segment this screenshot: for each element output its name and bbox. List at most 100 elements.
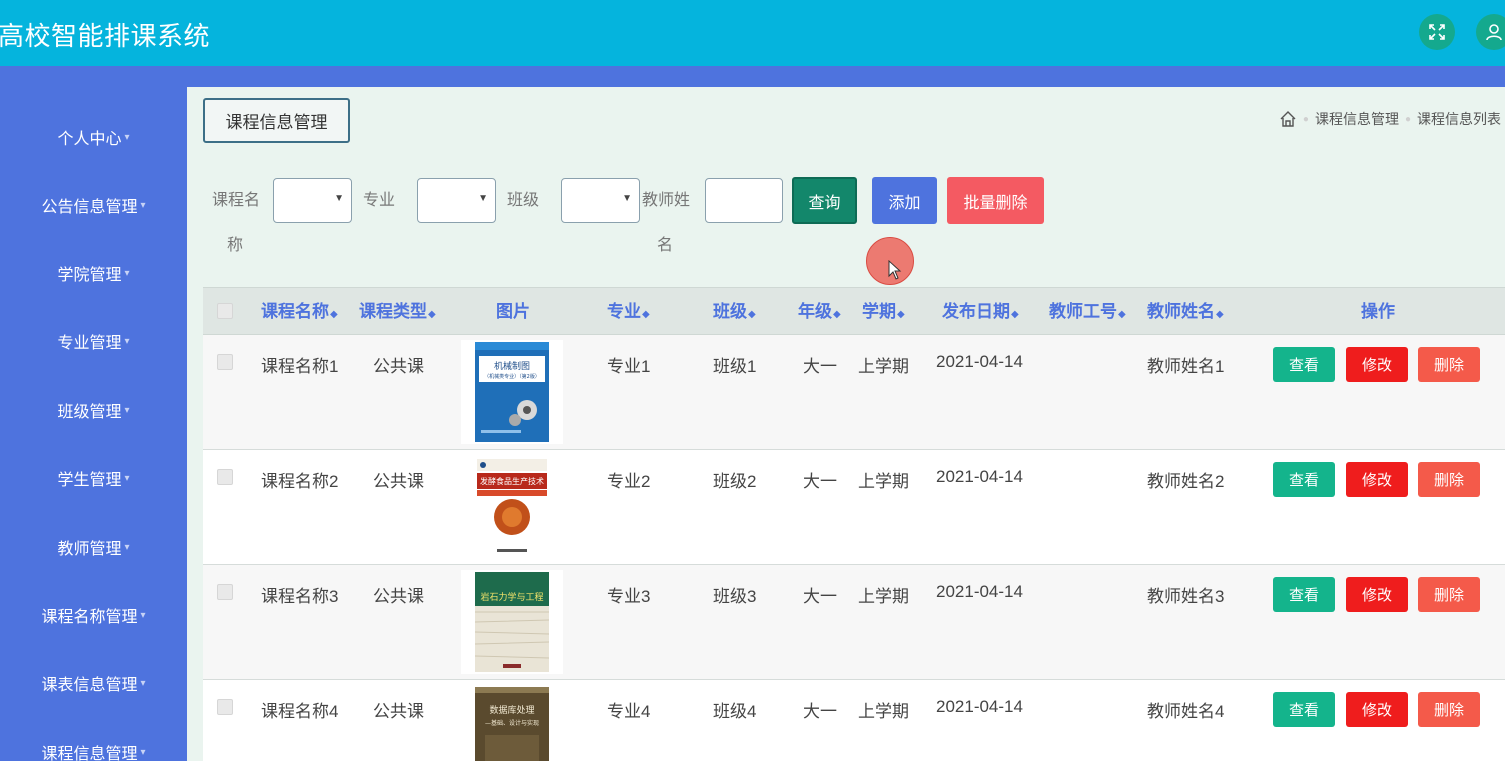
cell-course-type: 公共课 bbox=[373, 472, 424, 491]
cell-course-name: 课程名称2 bbox=[261, 472, 339, 491]
cell-class: 班级4 bbox=[713, 702, 757, 721]
sidebar-item-major[interactable]: 专业管理 ▾ bbox=[0, 321, 187, 361]
sidebar-item-personal-center[interactable]: 个人中心 ▾ bbox=[0, 117, 187, 157]
course-name-select[interactable]: ▼ bbox=[273, 178, 352, 223]
sidebar-item-label: 课程名称管理 bbox=[41, 609, 138, 626]
breadcrumb-separator: ● bbox=[1404, 113, 1411, 125]
view-button[interactable]: 查看 bbox=[1273, 577, 1335, 612]
breadcrumb-item-current: 课程信息列表 bbox=[1417, 111, 1501, 127]
sidebar-item-teacher[interactable]: 教师管理 ▾ bbox=[0, 527, 187, 567]
delete-button[interactable]: 删除 bbox=[1418, 577, 1480, 612]
chevron-down-icon: ▾ bbox=[140, 609, 146, 621]
chevron-down-icon: ▾ bbox=[140, 677, 146, 689]
cell-major: 专业4 bbox=[607, 702, 651, 721]
major-select[interactable]: ▼ bbox=[417, 178, 496, 223]
course-image[interactable]: 机械制图 （机械类专业）（第2版） bbox=[461, 340, 563, 444]
fullscreen-button[interactable] bbox=[1419, 14, 1455, 50]
header-stripe bbox=[0, 66, 1505, 87]
edit-button[interactable]: 修改 bbox=[1346, 462, 1408, 497]
view-button[interactable]: 查看 bbox=[1273, 462, 1335, 497]
course-name-label: 课程名 bbox=[212, 192, 261, 209]
th-teacher-id[interactable]: 教师工号◆ bbox=[1049, 288, 1126, 336]
table-header: 课程名称◆ 课程类型◆ 图片 专业◆ 班级◆ 年级◆ 学期◆ 发布日期◆ 教师工… bbox=[203, 287, 1505, 335]
chevron-down-icon: ▾ bbox=[124, 404, 130, 416]
caret-down-icon: ▼ bbox=[334, 193, 344, 204]
table-row: 课程名称4 公共课 数据库处理 —基础、设计与实现 专业4 班级4 大一 上学期… bbox=[203, 680, 1505, 761]
cell-course-type: 公共课 bbox=[373, 587, 424, 606]
cell-semester: 上学期 bbox=[858, 472, 909, 491]
delete-button[interactable]: 删除 bbox=[1418, 347, 1480, 382]
th-course-type[interactable]: 课程类型◆ bbox=[359, 288, 436, 336]
th-teacher-name[interactable]: 教师姓名◆ bbox=[1147, 288, 1224, 336]
cell-teacher-name: 教师姓名2 bbox=[1147, 472, 1225, 491]
th-course-name[interactable]: 课程名称◆ bbox=[261, 288, 338, 336]
cell-publish-date: 2021-04-14 bbox=[936, 697, 1023, 716]
sort-icon: ◆ bbox=[428, 309, 436, 320]
user-button[interactable] bbox=[1476, 14, 1505, 50]
course-image[interactable]: 发酵食品生产技术 bbox=[461, 455, 563, 559]
row-checkbox[interactable] bbox=[217, 469, 233, 485]
cell-teacher-name: 教师姓名1 bbox=[1147, 357, 1225, 376]
sidebar-item-label: 课程信息管理 bbox=[41, 746, 138, 761]
chevron-down-icon: ▾ bbox=[124, 472, 130, 484]
book-cover-image: 数据库处理 —基础、设计与实现 bbox=[475, 687, 549, 761]
sidebar-item-label: 教师管理 bbox=[57, 541, 122, 558]
th-semester[interactable]: 学期◆ bbox=[862, 288, 905, 336]
sort-icon: ◆ bbox=[1118, 309, 1126, 320]
row-checkbox[interactable] bbox=[217, 354, 233, 370]
sidebar-item-student[interactable]: 学生管理 ▾ bbox=[0, 458, 187, 498]
cell-course-type: 公共课 bbox=[373, 702, 424, 721]
sort-icon: ◆ bbox=[330, 309, 338, 320]
sidebar-item-course-name[interactable]: 课程名称管理 ▾ bbox=[0, 595, 187, 635]
sort-icon: ◆ bbox=[642, 309, 650, 320]
th-grade[interactable]: 年级◆ bbox=[798, 288, 841, 336]
cell-major: 专业2 bbox=[607, 472, 651, 491]
cell-course-name: 课程名称4 bbox=[261, 702, 339, 721]
sidebar-item-announcement[interactable]: 公告信息管理 ▾ bbox=[0, 185, 187, 225]
table-row: 课程名称2 公共课 发酵食品生产技术 专业2 班级2 大一 上学期 2021-0… bbox=[203, 450, 1505, 565]
cell-semester: 上学期 bbox=[858, 702, 909, 721]
row-checkbox[interactable] bbox=[217, 699, 233, 715]
teacher-name-input[interactable] bbox=[705, 178, 783, 223]
sort-icon: ◆ bbox=[1216, 309, 1224, 320]
select-all-checkbox[interactable] bbox=[217, 303, 233, 319]
edit-button[interactable]: 修改 bbox=[1346, 692, 1408, 727]
sidebar-item-course-info[interactable]: 课程信息管理 ▾ bbox=[0, 732, 187, 761]
row-checkbox[interactable] bbox=[217, 584, 233, 600]
sidebar-item-timetable[interactable]: 课表信息管理 ▾ bbox=[0, 663, 187, 703]
edit-button[interactable]: 修改 bbox=[1346, 347, 1408, 382]
table-row: 课程名称1 公共课 机械制图 （机械类专业）（第2版） 专业1 班级1 大一 上… bbox=[203, 335, 1505, 450]
sidebar-item-college[interactable]: 学院管理 ▾ bbox=[0, 253, 187, 293]
cell-teacher-name: 教师姓名4 bbox=[1147, 702, 1225, 721]
th-publish-date[interactable]: 发布日期◆ bbox=[942, 288, 1019, 336]
th-class[interactable]: 班级◆ bbox=[713, 288, 756, 336]
sidebar-item-label: 学生管理 bbox=[57, 472, 122, 489]
cell-major: 专业1 bbox=[607, 357, 651, 376]
page-tag[interactable]: 课程信息管理 bbox=[203, 98, 350, 143]
cell-class: 班级1 bbox=[713, 357, 757, 376]
delete-button[interactable]: 删除 bbox=[1418, 692, 1480, 727]
view-button[interactable]: 查看 bbox=[1273, 692, 1335, 727]
edit-button[interactable]: 修改 bbox=[1346, 577, 1408, 612]
add-button[interactable]: 添加 bbox=[872, 177, 937, 224]
cover-title: 岩石力学与工程 bbox=[480, 591, 543, 603]
th-major[interactable]: 专业◆ bbox=[607, 288, 650, 336]
cell-semester: 上学期 bbox=[858, 587, 909, 606]
sidebar-item-label: 公告信息管理 bbox=[41, 199, 138, 216]
home-icon[interactable] bbox=[1279, 110, 1297, 128]
cell-course-name: 课程名称1 bbox=[261, 357, 339, 376]
class-select[interactable]: ▼ bbox=[561, 178, 640, 223]
chevron-down-icon: ▾ bbox=[140, 746, 146, 758]
course-image[interactable]: 岩石力学与工程 bbox=[461, 570, 563, 674]
batch-delete-button[interactable]: 批量删除 bbox=[947, 177, 1044, 224]
cell-semester: 上学期 bbox=[858, 357, 909, 376]
query-button[interactable]: 查询 bbox=[792, 177, 857, 224]
breadcrumb-separator: ● bbox=[1302, 113, 1309, 125]
breadcrumb-item[interactable]: 课程信息管理 bbox=[1315, 109, 1399, 129]
delete-button[interactable]: 删除 bbox=[1418, 462, 1480, 497]
teacher-name-label: 教师姓 bbox=[642, 192, 691, 209]
sidebar-item-class[interactable]: 班级管理 ▾ bbox=[0, 390, 187, 430]
cell-course-type: 公共课 bbox=[373, 357, 424, 376]
course-image[interactable]: 数据库处理 —基础、设计与实现 bbox=[461, 685, 563, 761]
view-button[interactable]: 查看 bbox=[1273, 347, 1335, 382]
